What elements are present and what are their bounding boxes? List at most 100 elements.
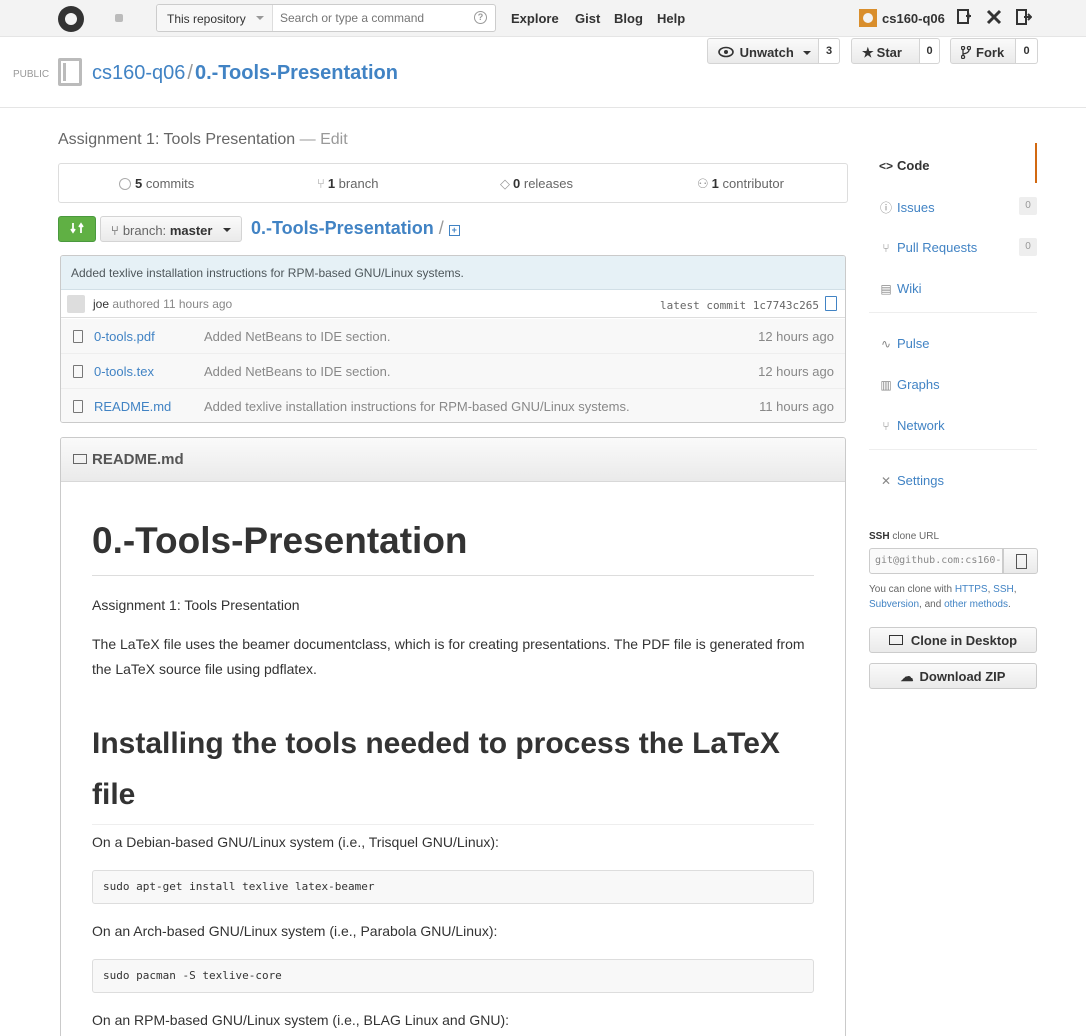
- copy-clone-url-button[interactable]: [1003, 548, 1038, 574]
- releases-label: releases: [523, 176, 573, 191]
- create-repo-icon[interactable]: [955, 9, 973, 27]
- sidebar-divider: [869, 449, 1037, 450]
- author-avatar[interactable]: [67, 295, 85, 313]
- breadcrumb-separator: /: [438, 218, 444, 238]
- sidebar-item-label: Wiki: [897, 281, 922, 296]
- settings-tools-icon[interactable]: [985, 9, 1003, 27]
- chevron-down-icon: [256, 16, 264, 20]
- download-zip-button[interactable]: ☁ Download ZIP: [869, 663, 1037, 689]
- user-avatar[interactable]: [859, 9, 877, 27]
- branch-label: branch: [338, 176, 379, 191]
- ssh-protocol-label: SSH: [869, 531, 890, 542]
- latest-commit-meta: joe authored 11 hours ago latest commit …: [61, 290, 845, 318]
- breadcrumb-repo-link[interactable]: 0.-Tools-Presentation: [251, 218, 434, 238]
- file-commit-message[interactable]: Added NetBeans to IDE section.: [204, 329, 390, 344]
- repo-name: 0.-Tools-Presentation: [194, 62, 398, 84]
- compare-icon: [70, 222, 84, 234]
- new-file-icon[interactable]: +: [448, 225, 460, 236]
- sign-out-icon[interactable]: [1015, 9, 1033, 27]
- visibility-label: PUBLIC: [13, 69, 50, 80]
- repo-description: Assignment 1: Tools Presentation — Edit: [58, 131, 348, 149]
- readme-paragraph: On an Arch-based GNU/Linux system (i.e.,…: [92, 923, 498, 939]
- notifications-icon[interactable]: [115, 14, 123, 22]
- compare-button[interactable]: [58, 216, 96, 242]
- repo-header: PUBLIC cs160-q06/0.-Tools-Presentation U…: [0, 38, 1086, 108]
- sidebar-item-label: Network: [897, 418, 945, 433]
- sidebar-item-graphs[interactable]: ▥ Graphs: [869, 362, 1037, 402]
- clone-help-period: .: [1008, 599, 1011, 610]
- site-header: This repository ? Explore Gist Blog Help…: [0, 0, 1086, 37]
- latest-commit-hash[interactable]: latest commit 1c7743c265: [660, 299, 819, 312]
- commit-author[interactable]: joe: [93, 297, 109, 311]
- star-icon: ★: [862, 45, 874, 60]
- sidebar-item-settings[interactable]: ✕ Settings: [869, 458, 1037, 498]
- book-icon: ▤: [880, 282, 892, 296]
- file-commit-message[interactable]: Added texlive installation instructions …: [204, 399, 630, 414]
- sidebar-item-issues[interactable]: ⓘ Issues 0: [869, 184, 1037, 224]
- help-icon[interactable]: ?: [474, 11, 487, 24]
- username-link[interactable]: cs160-q06: [882, 11, 945, 26]
- readme-panel: README.md 0.-Tools-Presentation Assignme…: [60, 437, 846, 1036]
- commits-link[interactable]: 5 commits: [119, 176, 194, 191]
- file-commit-message[interactable]: Added NetBeans to IDE section.: [204, 364, 390, 379]
- branch-select-button[interactable]: ⑂ branch: master: [100, 216, 242, 242]
- file-name-link[interactable]: 0-tools.tex: [94, 364, 154, 379]
- file-row: 0-tools.tex Added NetBeans to IDE sectio…: [61, 354, 845, 389]
- clone-url-label: SSH clone URL: [869, 531, 939, 542]
- latest-commit-message[interactable]: Added texlive installation instructions …: [61, 256, 845, 290]
- sidebar-item-label: Settings: [897, 473, 944, 488]
- sidebar-item-code[interactable]: <> Code: [869, 143, 1037, 183]
- unwatch-button[interactable]: Unwatch: [707, 38, 819, 64]
- https-link[interactable]: HTTPS: [955, 584, 988, 595]
- desktop-icon: [888, 635, 903, 645]
- branches-link[interactable]: ⑂ 1 branch: [317, 176, 378, 191]
- file-browser: Added texlive installation instructions …: [60, 255, 846, 423]
- readme-filename: README.md: [92, 451, 184, 468]
- search-input[interactable]: [280, 11, 470, 25]
- sidebar-item-pulse[interactable]: ∿ Pulse: [869, 321, 1037, 361]
- nav-explore[interactable]: Explore: [511, 11, 559, 26]
- readme-heading: Installing the tools needed to process t…: [92, 718, 814, 825]
- sidebar-item-pull-requests[interactable]: ⑂ Pull Requests 0: [869, 225, 1037, 265]
- file-name-link[interactable]: 0-tools.pdf: [94, 329, 155, 344]
- file-name-link[interactable]: README.md: [94, 399, 171, 414]
- nav-blog[interactable]: Blog: [614, 11, 643, 26]
- contributors-link[interactable]: ⚇ 1 contributor: [697, 176, 784, 192]
- nav-gist[interactable]: Gist: [575, 11, 600, 26]
- clipboard-icon[interactable]: [825, 296, 837, 311]
- repo-name-link[interactable]: 0.-Tools-Presentation: [195, 62, 398, 84]
- github-logo-icon[interactable]: [58, 6, 84, 32]
- pulls-count-badge: 0: [1019, 238, 1037, 256]
- chevron-down-icon: [803, 51, 812, 55]
- sidebar-item-label: Graphs: [897, 377, 940, 392]
- other-methods-link[interactable]: other methods: [944, 599, 1008, 610]
- eye-icon: [718, 46, 734, 58]
- search-scope-label: This repository: [167, 12, 246, 26]
- ssh-link[interactable]: SSH: [993, 584, 1014, 595]
- sidebar-item-label: Pull Requests: [897, 240, 978, 255]
- search-scope-dropdown[interactable]: This repository: [157, 5, 273, 31]
- branch-icon: ⑂: [111, 223, 119, 238]
- clone-url-input[interactable]: git@github.com:cs160-q06/0.-Tools-Presen…: [869, 548, 1003, 574]
- clone-help-comma: ,: [1013, 584, 1017, 595]
- clone-in-desktop-button[interactable]: Clone in Desktop: [869, 627, 1037, 653]
- star-button[interactable]: ★ Star: [851, 38, 920, 64]
- code-block: sudo pacman -S texlive-core: [92, 959, 814, 993]
- stars-count[interactable]: 0: [920, 38, 940, 64]
- fork-button[interactable]: Fork: [950, 38, 1016, 64]
- sidebar-item-network[interactable]: ⑂ Network: [869, 403, 1037, 443]
- commit-authored-time: authored 11 hours ago: [112, 297, 233, 311]
- sidebar-item-wiki[interactable]: ▤ Wiki: [869, 266, 1037, 306]
- forks-count[interactable]: 0: [1016, 38, 1038, 64]
- nav-help[interactable]: Help: [657, 11, 685, 26]
- history-icon: [119, 178, 131, 190]
- watchers-count[interactable]: 3: [819, 38, 840, 64]
- repo-owner-link[interactable]: cs160-q06: [92, 62, 185, 84]
- subversion-link[interactable]: Subversion: [869, 599, 919, 610]
- readme-paragraph: Assignment 1: Tools Presentation: [92, 597, 300, 613]
- releases-link[interactable]: ◇ 0 releases: [500, 176, 573, 192]
- edit-description-link[interactable]: — Edit: [300, 131, 348, 148]
- current-branch: master: [169, 223, 213, 238]
- issue-icon: ⓘ: [879, 201, 892, 215]
- graph-icon: ▥: [880, 378, 892, 392]
